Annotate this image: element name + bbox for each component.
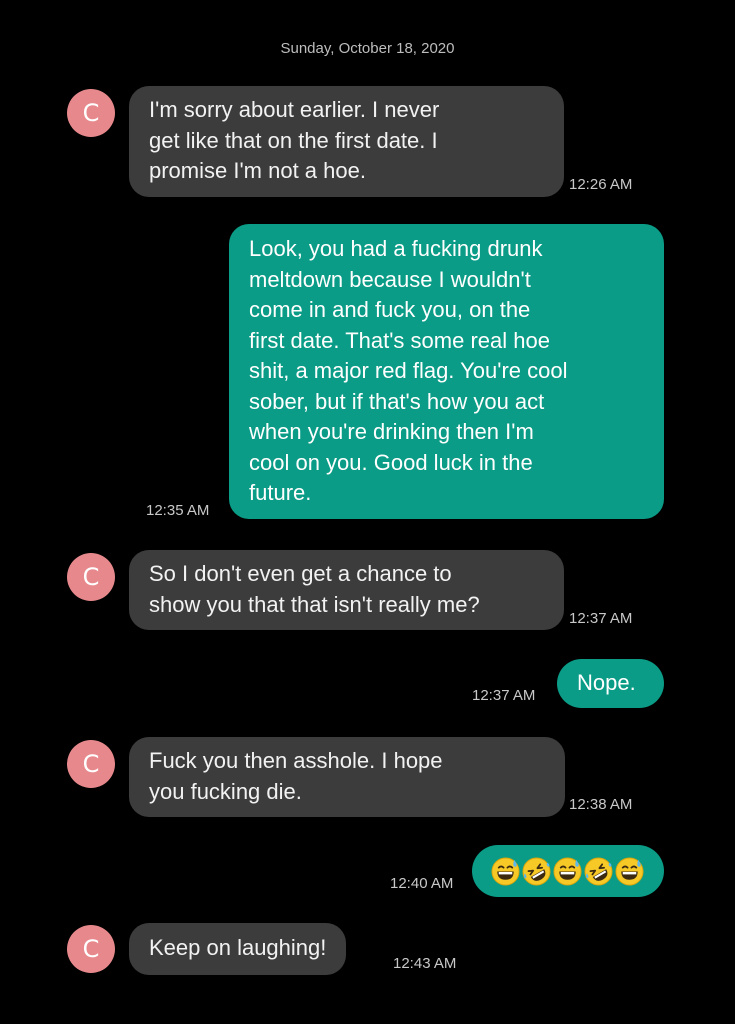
- message-bubble-incoming[interactable]: I'm sorry about earlier. I never get lik…: [129, 86, 564, 197]
- contact-avatar[interactable]: C: [67, 925, 115, 973]
- message-timestamp: 12:40 AM: [390, 875, 454, 892]
- contact-avatar[interactable]: C: [67, 740, 115, 788]
- message-line: So I don't even get a chance to: [149, 561, 452, 586]
- message-line: you fucking die.: [149, 778, 302, 804]
- message-line: future.: [249, 480, 312, 505]
- message-timestamp: 12:37 AM: [569, 610, 633, 627]
- message-line: get like that on the first date. I: [149, 127, 438, 153]
- message-line: show you that that isn't really me?: [149, 591, 480, 617]
- message-line: first date. That's some real hoe: [249, 327, 550, 353]
- message-timestamp: 12:43 AM: [393, 955, 457, 972]
- message-line: I'm sorry about earlier. I never: [149, 97, 440, 122]
- message-bubble-incoming[interactable]: So I don't even get a chance to show you…: [129, 550, 564, 630]
- message-bubble-outgoing[interactable]: [472, 845, 664, 897]
- message-line: promise I'm not a hoe.: [149, 158, 366, 183]
- message-line: come in and fuck you, on the: [249, 297, 531, 322]
- message-timestamp: 12:38 AM: [569, 796, 633, 813]
- message-bubble-outgoing[interactable]: Nope.: [557, 659, 664, 708]
- date-header: Sunday, October 18, 2020: [280, 40, 455, 57]
- message-timestamp: 12:37 AM: [472, 687, 536, 704]
- message-bubble-incoming[interactable]: Keep on laughing!: [129, 923, 347, 975]
- message-line: meltdown because I wouldn't: [249, 266, 531, 292]
- rofl-emoji: [584, 856, 613, 886]
- grinning-sweat-emoji: [553, 856, 582, 886]
- rofl-emoji: [522, 856, 551, 886]
- grinning-sweat-emoji: [615, 856, 644, 886]
- grinning-sweat-emoji: [491, 856, 520, 886]
- contact-avatar[interactable]: C: [67, 89, 115, 137]
- message-line: Look, you had a fucking drunk: [249, 236, 543, 261]
- message-line: shit, a major red flag. You're cool: [249, 358, 568, 383]
- message-line: Fuck you then asshole. I hope: [149, 748, 443, 773]
- message-line: Keep on laughing!: [149, 935, 327, 960]
- message-line: sober, but if that's how you act: [249, 388, 545, 414]
- contact-avatar[interactable]: C: [67, 553, 115, 601]
- message-line: Nope.: [577, 670, 636, 695]
- message-bubble-outgoing[interactable]: Look, you had a fucking drunk meltdown b…: [229, 224, 664, 519]
- message-timestamp: 12:35 AM: [146, 502, 210, 519]
- message-line: cool on you. Good luck in the: [249, 449, 533, 475]
- message-timestamp: 12:26 AM: [569, 176, 633, 193]
- message-bubble-incoming[interactable]: Fuck you then asshole. I hope you fuckin…: [129, 737, 565, 817]
- message-line: when you're drinking then I'm: [249, 419, 534, 444]
